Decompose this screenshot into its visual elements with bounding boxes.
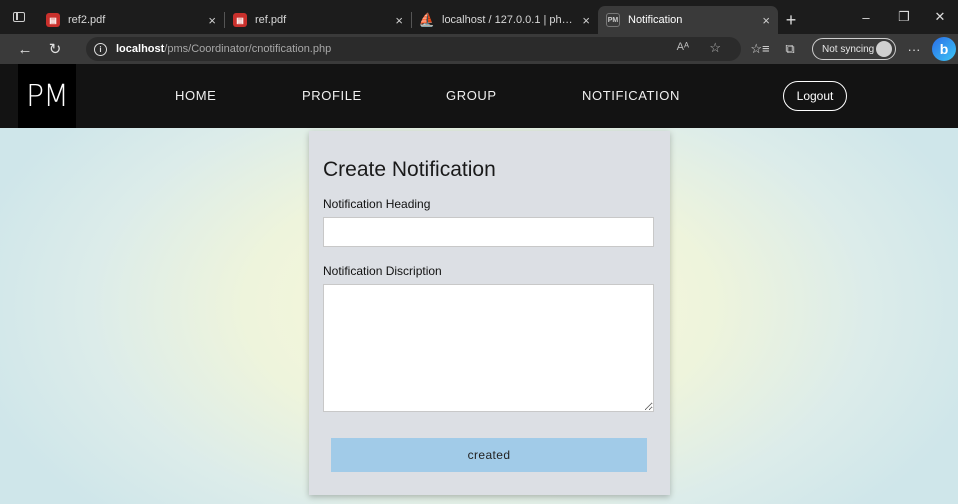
tab-title: ref.pdf [255,14,287,26]
more-options-icon[interactable]: ··· [900,34,928,64]
close-icon[interactable]: × [762,13,770,28]
minimize-button[interactable]: – [848,0,884,34]
tab-title: localhost / 127.0.0.1 | phpMyAdmin [442,14,574,26]
logout-button[interactable]: Logout [783,81,847,111]
favorites-icon[interactable]: ☆≡ [746,34,774,64]
phpmyadmin-icon: ⛵ [418,12,436,27]
close-icon[interactable]: × [395,13,403,28]
sync-label: Not syncing [822,43,875,55]
page-viewport: PM HOME PROFILE GROUP NOTIFICATION Logou… [0,64,958,504]
pdf-icon: ▤ [233,13,247,27]
site-info-icon[interactable]: i [94,42,107,56]
close-icon[interactable]: × [208,13,216,28]
nav-notification-link[interactable]: NOTIFICATION [582,88,680,103]
url-path: /pms/Coordinator/cnotification.php [164,43,332,55]
notification-description-textarea[interactable] [323,284,654,412]
read-aloud-icon[interactable]: Aᴬ [677,41,689,53]
browser-tab-strip: ▤ ref2.pdf × ▤ ref.pdf × ⛵ localhost / 1… [0,0,958,34]
description-label: Notification Discription [323,264,442,278]
refresh-button[interactable]: ↻ [40,34,70,64]
site-navbar: PM HOME PROFILE GROUP NOTIFICATION Logou… [0,64,958,128]
pm-site-icon: PM [606,13,620,27]
tab-title: Notification [628,14,683,26]
nav-profile-link[interactable]: PROFILE [302,88,362,103]
address-bar[interactable]: i localhost /pms/Coordinator/cnotificati… [86,37,741,61]
tab-actions-icon [13,12,25,22]
profile-sync-button[interactable]: Not syncing [812,38,896,60]
create-notification-button[interactable]: created [331,438,647,472]
browser-tab-ref[interactable]: ▤ ref.pdf × [225,6,411,34]
pdf-icon: ▤ [46,13,60,27]
restore-button[interactable]: ❐ [886,0,922,34]
create-notification-form: Create Notification Notification Heading… [309,131,670,495]
new-tab-button[interactable]: + [778,6,804,34]
notification-heading-input[interactable] [323,217,654,247]
add-favorite-icon[interactable]: ☆ [709,40,721,56]
browser-tab-phpmyadmin[interactable]: ⛵ localhost / 127.0.0.1 | phpMyAdmin × [412,6,598,34]
tab-actions-button[interactable] [0,0,38,34]
close-icon[interactable]: × [582,13,590,28]
nav-group-link[interactable]: GROUP [446,88,497,103]
browser-tab-notification[interactable]: PM Notification × [598,6,778,34]
browser-tab-ref2[interactable]: ▤ ref2.pdf × [38,6,224,34]
tab-title: ref2.pdf [68,14,106,26]
page-title: Create Notification [323,158,496,181]
site-logo[interactable]: PM [18,64,76,128]
logo-text: PM [26,78,69,114]
copilot-icon[interactable]: b [932,37,956,61]
nav-home-link[interactable]: HOME [175,88,216,103]
url-host: localhost [116,43,165,55]
heading-label: Notification Heading [323,197,431,211]
back-button[interactable]: ← [10,34,40,64]
window-close-button[interactable]: ✕ [922,0,958,34]
collections-icon[interactable]: ⧉ [776,34,804,64]
avatar [876,41,892,57]
